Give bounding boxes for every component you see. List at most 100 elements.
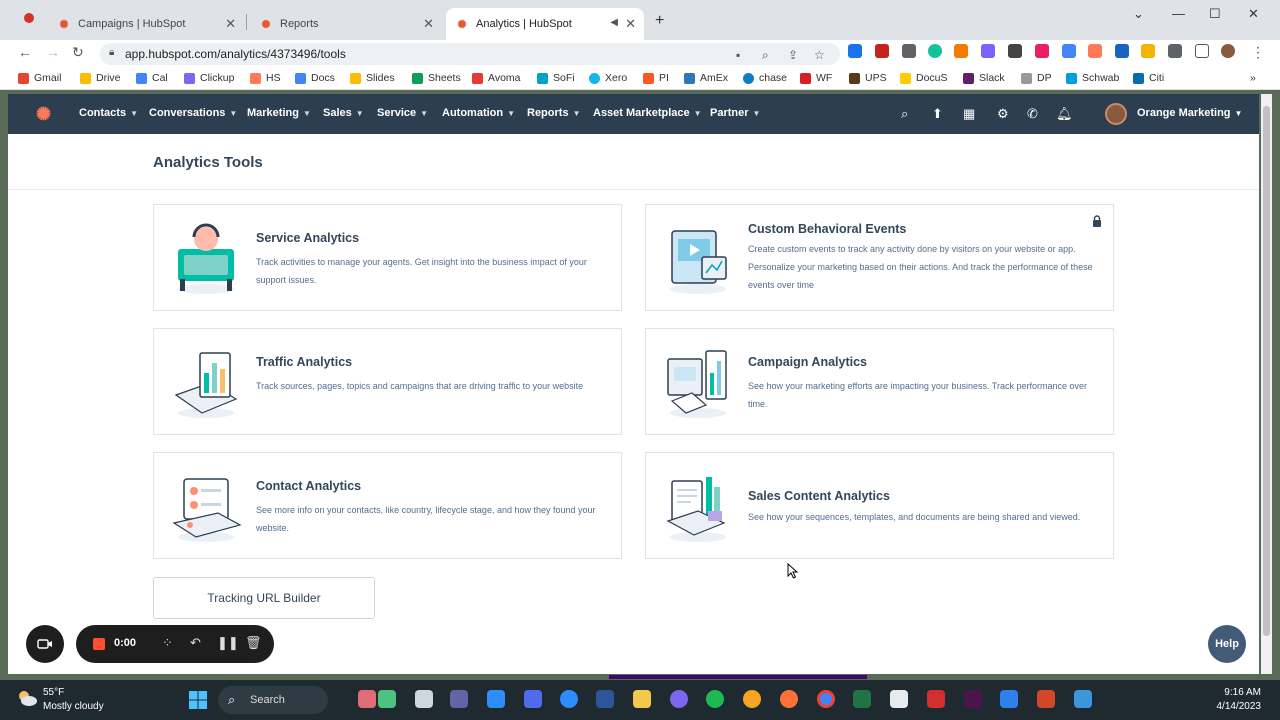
bookmark-avoma[interactable]: Avoma: [472, 72, 521, 84]
bookmark-slides[interactable]: Slides: [350, 72, 395, 84]
bookmark-sheets[interactable]: Sheets: [412, 72, 461, 84]
pen-app-icon[interactable]: [378, 690, 396, 708]
paint-app-icon[interactable]: [358, 690, 376, 708]
custom-behavioral-events-card[interactable]: Custom Behavioral Events Create custom e…: [645, 204, 1114, 311]
settings-gear-icon[interactable]: ⚙: [997, 106, 1009, 122]
sales-content-analytics-card[interactable]: Sales Content Analytics See how your seq…: [645, 452, 1114, 559]
new-tab-icon[interactable]: +: [655, 12, 664, 30]
bookmark-slack[interactable]: Slack: [963, 72, 1005, 84]
tab-search-icon[interactable]: ⌄: [1133, 6, 1144, 22]
zoom-app-icon[interactable]: [524, 690, 542, 708]
extension-icon[interactable]: [1062, 44, 1076, 58]
folder-icon[interactable]: [633, 690, 651, 708]
snipping-tool-icon[interactable]: [487, 690, 505, 708]
more-bookmarks-icon[interactable]: »: [1250, 72, 1256, 84]
zoom-meetings-icon[interactable]: [560, 690, 578, 708]
bookmark-gmail[interactable]: Gmail: [18, 72, 61, 84]
menu-kebab-icon[interactable]: ⋮: [1251, 44, 1265, 61]
excel-icon[interactable]: [853, 690, 871, 708]
firefox-icon[interactable]: [780, 690, 798, 708]
upgrade-icon[interactable]: ⬆: [932, 106, 943, 122]
close-icon[interactable]: ✕: [225, 16, 236, 32]
extension-icon[interactable]: [1035, 44, 1049, 58]
screen-recorder-icon[interactable]: [1074, 690, 1092, 708]
bookmark-sofi[interactable]: SoFi: [537, 72, 575, 84]
help-button[interactable]: Help: [1208, 625, 1246, 663]
camera-blocked-icon[interactable]: ▪: [736, 48, 740, 62]
weather-description[interactable]: Mostly cloudy: [43, 701, 104, 712]
tracking-url-builder-button[interactable]: Tracking URL Builder: [153, 577, 375, 619]
share-icon[interactable]: ⇪: [788, 48, 798, 62]
bookmark-pi[interactable]: PI: [643, 72, 669, 84]
bookmark-schwab[interactable]: Schwab: [1066, 72, 1119, 84]
bookmark-citi[interactable]: Citi: [1133, 72, 1164, 84]
bookmark-amex[interactable]: AmEx: [684, 72, 728, 84]
bookmark-ups[interactable]: UPS: [849, 72, 887, 84]
account-menu[interactable]: Orange Marketing ▼: [1137, 107, 1242, 119]
stop-recording-button[interactable]: [93, 638, 105, 650]
nav-conversations[interactable]: Conversations ▼: [149, 107, 237, 119]
extension-icon[interactable]: [1115, 44, 1129, 58]
marketplace-icon[interactable]: ▦: [963, 106, 975, 122]
hubspot-logo-icon[interactable]: ✺: [36, 104, 56, 124]
nav-reports[interactable]: Reports ▼: [527, 107, 580, 119]
slack-app-icon[interactable]: [964, 690, 982, 708]
extension-icon[interactable]: [848, 44, 862, 58]
chrome-icon[interactable]: [817, 690, 835, 708]
snip-sketch-icon[interactable]: [890, 690, 908, 708]
forward-icon[interactable]: →: [46, 44, 60, 60]
maximize-icon[interactable]: ☐: [1209, 6, 1221, 22]
service-analytics-card[interactable]: Service Analytics Track activities to ma…: [153, 204, 622, 311]
grid-icon[interactable]: ⁘: [162, 635, 173, 651]
tab-campaigns[interactable]: ✺ Campaigns | HubSpot ✕: [48, 8, 244, 40]
nav-service[interactable]: Service ▼: [377, 107, 428, 119]
user-avatar[interactable]: [1105, 103, 1127, 125]
mute-icon[interactable]: ◀: [610, 17, 618, 28]
taskbar-date[interactable]: 4/14/2023: [1199, 701, 1262, 712]
nav-contacts[interactable]: Contacts ▼: [79, 107, 138, 119]
extension-icon[interactable]: [1141, 44, 1155, 58]
extension-icon[interactable]: [928, 44, 942, 58]
campaign-analytics-card[interactable]: Campaign Analytics See how your marketin…: [645, 328, 1114, 435]
close-icon[interactable]: ✕: [625, 16, 636, 32]
bookmark-docs[interactable]: Docs: [295, 72, 335, 84]
bookmark-drive[interactable]: Drive: [80, 72, 121, 84]
traffic-analytics-card[interactable]: Traffic Analytics Track sources, pages, …: [153, 328, 622, 435]
windows-start-icon[interactable]: [188, 690, 208, 710]
contact-analytics-card[interactable]: Contact Analytics See more info on your …: [153, 452, 622, 559]
bookmark-hs[interactable]: HS: [250, 72, 281, 84]
url-text[interactable]: app.hubspot.com/analytics/4373496/tools: [125, 47, 346, 61]
bookmark-wf[interactable]: WF: [800, 72, 832, 84]
bookmark-chase[interactable]: chase: [743, 72, 787, 84]
trash-icon[interactable]: 🗑︎: [245, 635, 262, 651]
teams-icon[interactable]: [450, 690, 468, 708]
close-window-icon[interactable]: ✕: [1248, 6, 1259, 22]
reload-icon[interactable]: ↻: [72, 44, 84, 61]
restart-icon[interactable]: ↶: [190, 635, 201, 651]
notifications-bell-icon[interactable]: 🔔︎: [1056, 106, 1073, 122]
calling-icon[interactable]: ✆: [1027, 106, 1038, 122]
weather-temperature[interactable]: 55°F: [43, 687, 64, 698]
bookmark-dp[interactable]: DP: [1021, 72, 1052, 84]
taskbar-search[interactable]: ⌕ Search: [218, 686, 328, 714]
close-icon[interactable]: ✕: [423, 16, 434, 32]
bookmark-star-icon[interactable]: ☆: [814, 48, 825, 62]
page-scrollbar[interactable]: [1261, 94, 1272, 674]
scrollbar-thumb[interactable]: [1263, 106, 1270, 636]
nav-automation[interactable]: Automation ▼: [442, 107, 515, 119]
nav-sales[interactable]: Sales ▼: [323, 107, 364, 119]
back-icon[interactable]: ←: [18, 44, 32, 60]
sidepanel-icon[interactable]: [1195, 44, 1209, 58]
powerpoint-icon[interactable]: [1037, 690, 1055, 708]
search-icon[interactable]: ⌕: [901, 106, 908, 122]
puzzle-icon[interactable]: [1168, 44, 1182, 58]
tab-reports[interactable]: ✺ Reports ✕: [250, 8, 442, 40]
nav-partner[interactable]: Partner ▼: [710, 107, 760, 119]
notepad-icon[interactable]: [1000, 690, 1018, 708]
extension-icon[interactable]: [902, 44, 916, 58]
extension-icon[interactable]: [1088, 44, 1102, 58]
zoom-icon[interactable]: ⌕: [762, 48, 769, 63]
taskbar-clock[interactable]: 9:16 AM: [1205, 687, 1261, 698]
minimize-icon[interactable]: —: [1172, 6, 1185, 21]
profile-avatar[interactable]: [1221, 44, 1235, 58]
